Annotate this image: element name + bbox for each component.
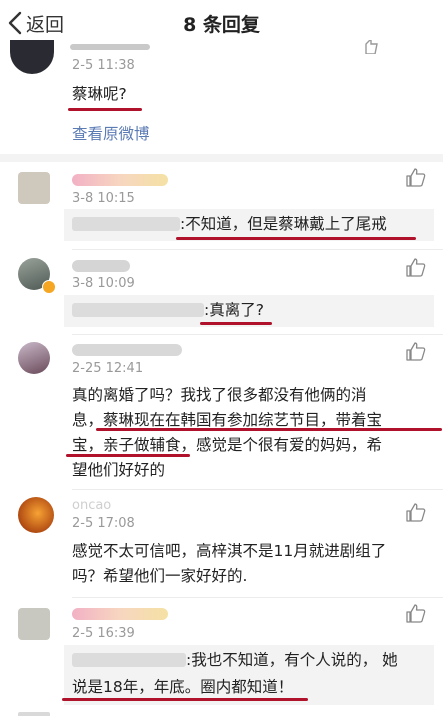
comment-time: 2-5 17:08 [72,516,135,531]
username-blurred[interactable] [72,608,168,620]
next-comment-edge [18,712,50,716]
thumbs-up-icon[interactable] [406,604,426,623]
comment-time: 2-5 16:39 [72,626,135,641]
divider [72,334,443,335]
username-blurred[interactable] [72,260,130,272]
post-time: 2-5 11:38 [72,58,135,73]
thumbs-up-icon[interactable] [406,258,426,277]
comment-text-line: 吗？希望他们一家好好的. [72,567,248,585]
avatar[interactable] [18,608,50,640]
quoted-user-blurred [72,303,204,317]
quoted-user-blurred [72,653,186,667]
annotation-underline [62,698,308,701]
divider [72,489,443,490]
reply-text-line: :我也不知道，有个人说的， 她 [186,651,398,669]
comment-time: 2-25 12:41 [72,361,144,376]
reply-text: :真离了? [204,301,264,319]
avatar[interactable] [18,172,50,204]
divider [72,597,443,598]
reply-text-line: 说是18年，年底。圈内都知道！ [72,678,294,696]
username-blurred[interactable] [70,44,150,50]
section-separator [0,154,443,162]
quoted-user-blurred [72,217,180,231]
annotation-underline [176,237,416,240]
comment-text-line: 感觉不太可信吧，高梓淇不是11月就进剧组了 [72,542,387,560]
annotation-underline [200,322,272,325]
reply-text: :不知道，但是蔡琳戴上了尾戒 [180,215,387,233]
comment-time: 3-8 10:15 [72,191,135,206]
avatar[interactable] [18,497,54,533]
username[interactable]: oncao [72,498,111,513]
annotation-underline [68,108,142,111]
username-blurred[interactable] [72,344,182,356]
annotation-underline [96,428,442,431]
thumbs-up-icon[interactable] [360,40,380,54]
divider [72,249,443,250]
thumbs-up-icon[interactable] [406,342,426,361]
comment-text-line: 真的离婚了吗？我找了很多都没有他俩的消 [72,386,367,404]
comment-text-line: 望他们好好的 [72,461,166,479]
avatar[interactable] [10,40,54,74]
verified-badge-icon [42,280,56,294]
username-blurred[interactable] [72,174,168,186]
thumbs-up-icon[interactable] [406,168,426,187]
view-original-link[interactable]: 查看原微博 [72,122,150,144]
original-post: 2-5 11:38 蔡琳呢? 查看原微博 [0,40,443,154]
post-text: 蔡琳呢? [72,85,127,103]
page-title: 8 条回复 [183,14,260,36]
comment-time: 3-8 10:09 [72,276,135,291]
avatar[interactable] [18,342,50,374]
thumbs-up-icon[interactable] [406,503,426,522]
annotation-underline [66,454,190,457]
